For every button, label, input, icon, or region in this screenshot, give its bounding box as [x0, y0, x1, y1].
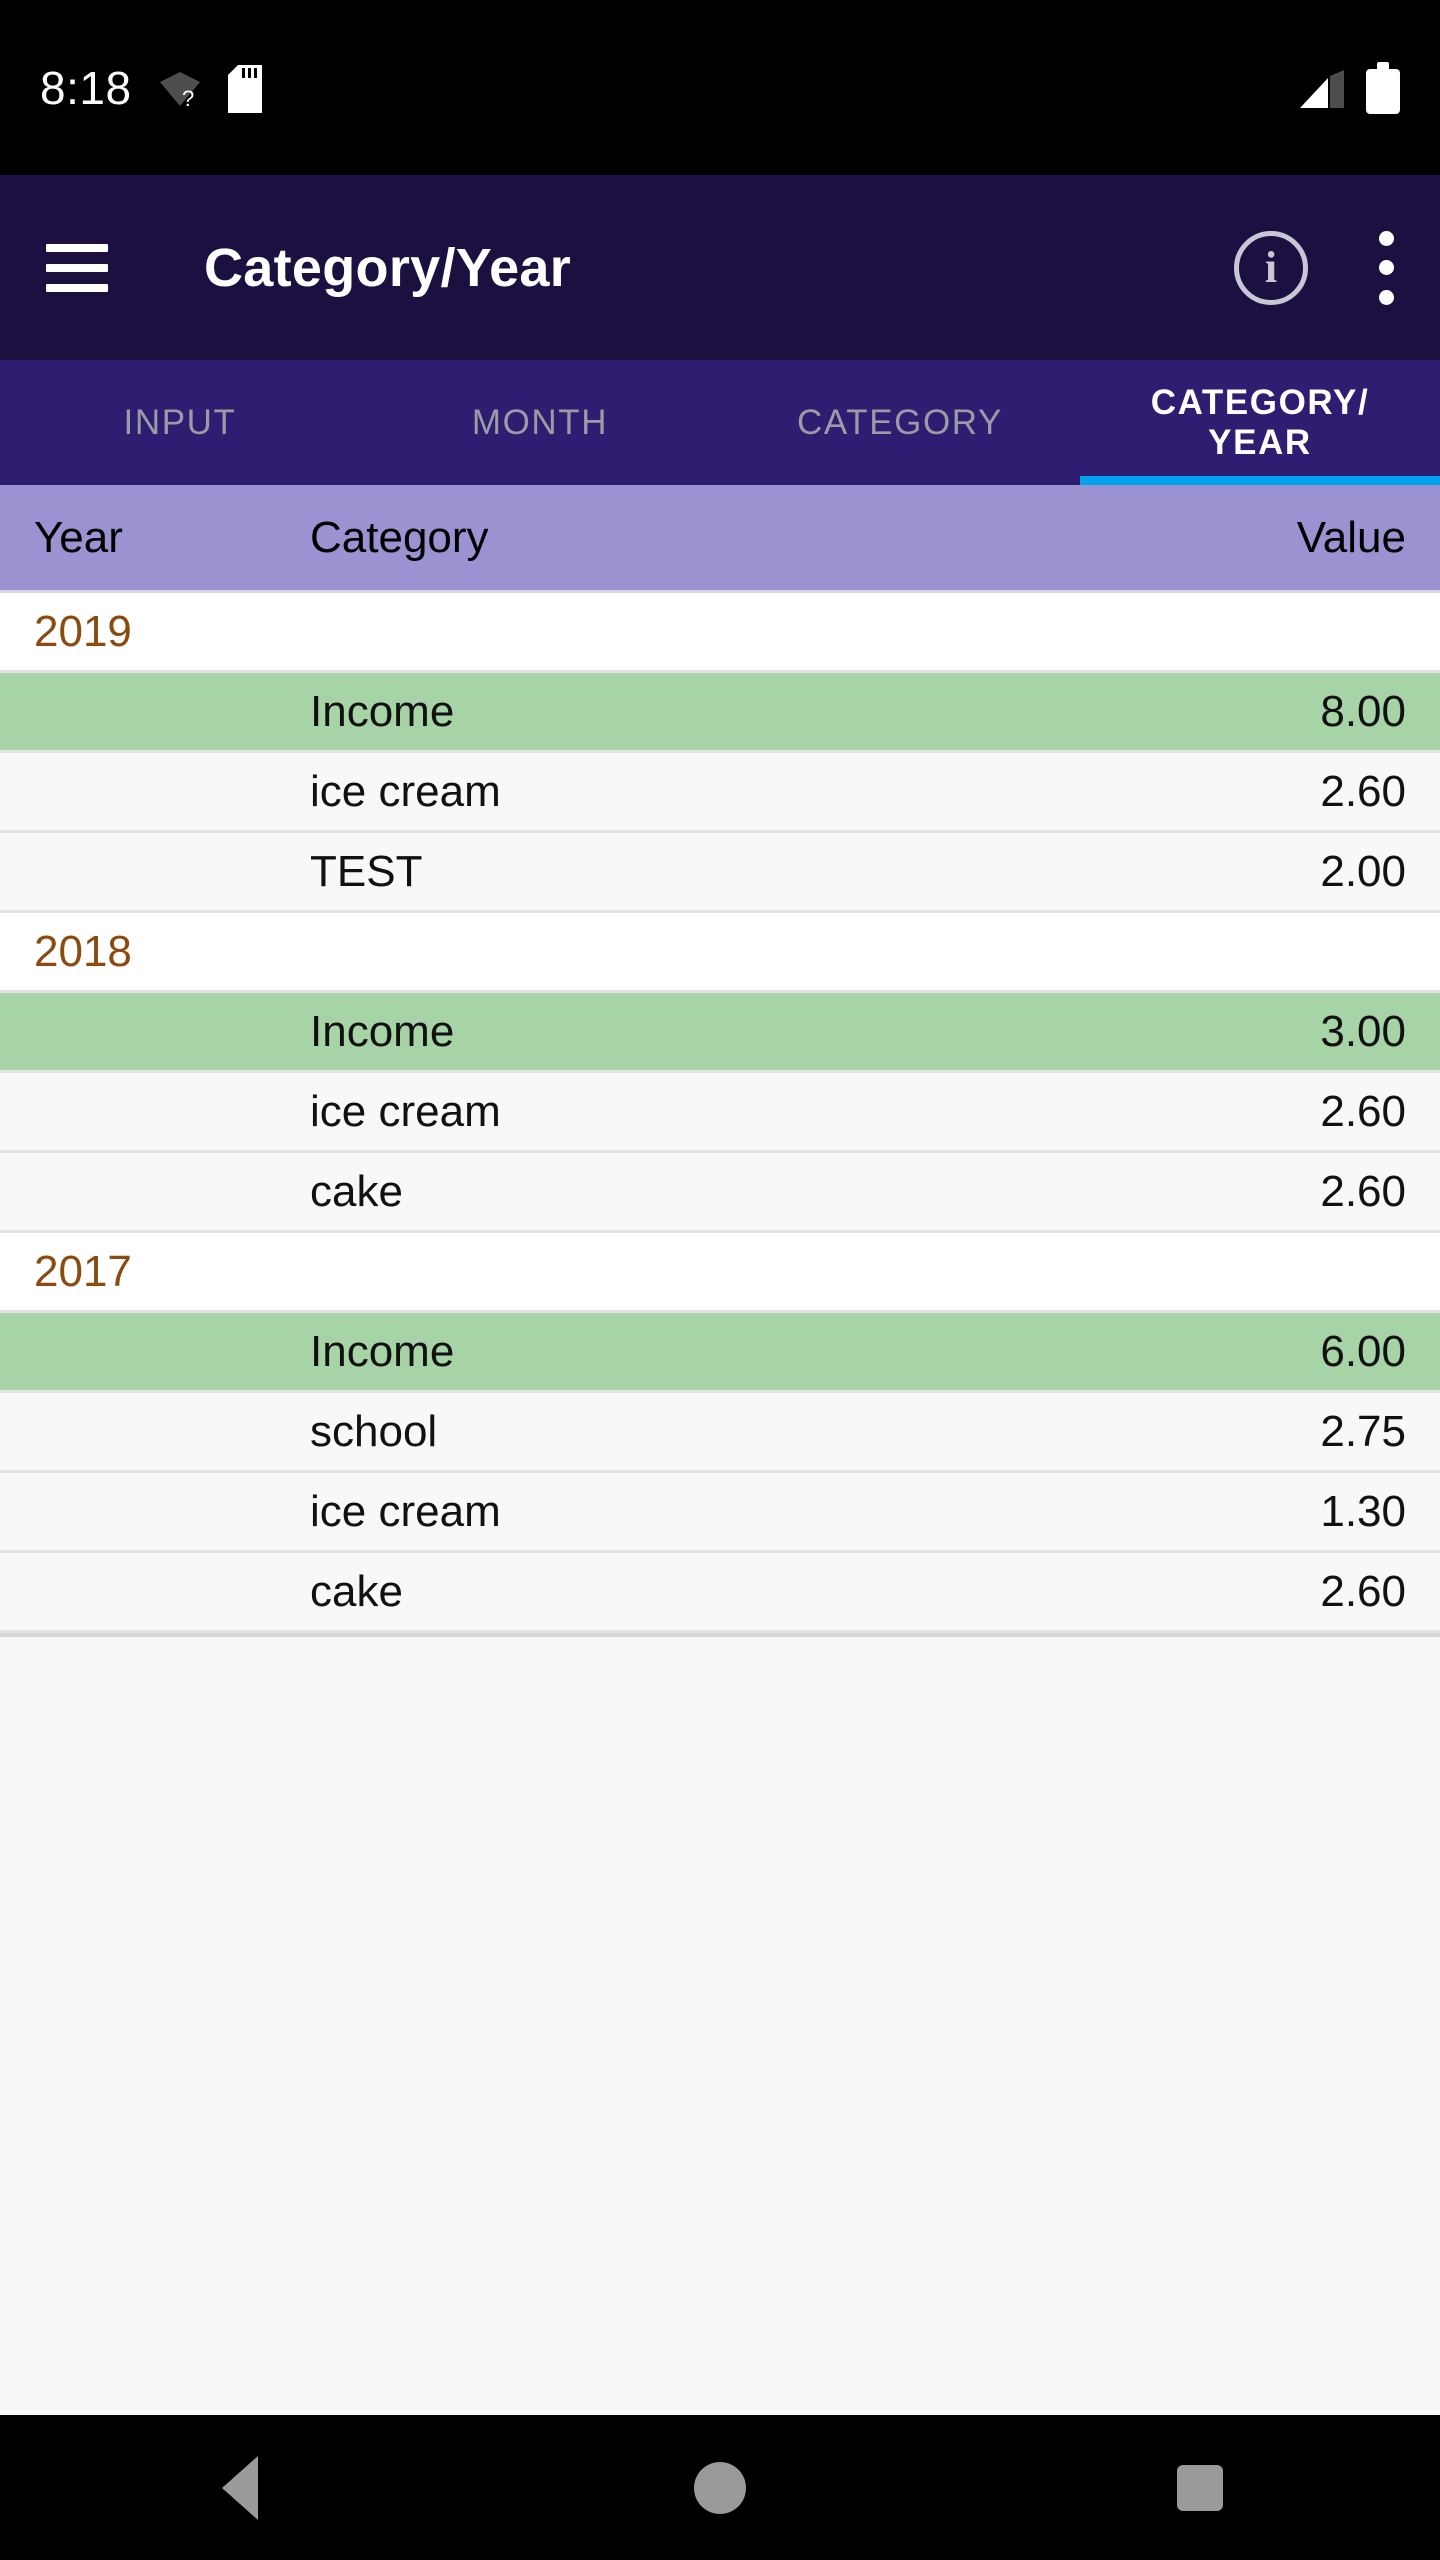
cell-category: TEST [310, 846, 423, 896]
app-bar-actions: i [1234, 230, 1394, 305]
cell-value: 8.00 [1320, 686, 1406, 736]
cell-category: Income [310, 1006, 455, 1056]
back-triangle-icon[interactable] [170, 2415, 310, 2560]
tab-month[interactable]: MONTH [360, 360, 720, 485]
column-header-value: Value [1296, 512, 1406, 562]
cell-value: 2.00 [1320, 846, 1406, 896]
cell-category: ice cream [310, 1086, 501, 1136]
status-clock: 8:18 [40, 61, 132, 114]
hamburger-menu-icon[interactable] [46, 243, 108, 292]
overflow-menu-icon[interactable] [1378, 230, 1394, 305]
table-row[interactable]: ice cream 2.60 [0, 1073, 1440, 1153]
table-row[interactable]: cake 2.60 [0, 1153, 1440, 1233]
group-year-label: 2017 [34, 1246, 132, 1296]
cell-category: cake [310, 1166, 403, 1216]
table-row[interactable]: ice cream 2.60 [0, 753, 1440, 833]
group-year-label: 2019 [34, 606, 132, 656]
sdcard-icon [227, 64, 262, 113]
tab-bar: INPUT MONTH CATEGORY CATEGORY/ YEAR [0, 360, 1440, 485]
status-bar: 8:18 ? [0, 0, 1440, 175]
tab-month-label: MONTH [471, 402, 609, 442]
status-bar-left: 8:18 ? [40, 61, 262, 115]
home-circle-icon[interactable] [650, 2415, 790, 2560]
cell-category: cake [310, 1566, 403, 1616]
recents-square-icon[interactable] [1130, 2415, 1270, 2560]
app-bar: Category/Year i [0, 175, 1440, 360]
table-row[interactable]: Income 6.00 [0, 1313, 1440, 1393]
list-end-divider [0, 1633, 1440, 1637]
status-bar-right [1298, 61, 1400, 114]
table-row[interactable]: TEST 2.00 [0, 833, 1440, 913]
cell-value: 6.00 [1320, 1326, 1406, 1376]
cell-value: 2.60 [1320, 1086, 1406, 1136]
phone-screen: 8:18 ? Category/Year i INPUT MONTH CATEG… [0, 0, 1440, 2560]
info-circle-icon[interactable]: i [1234, 230, 1308, 305]
tab-category-year[interactable]: CATEGORY/ YEAR [1080, 360, 1440, 485]
table-header-row: Year Category Value [0, 485, 1440, 593]
cell-value: 2.75 [1320, 1406, 1406, 1456]
table-row[interactable]: school 2.75 [0, 1393, 1440, 1473]
cell-value: 1.30 [1320, 1486, 1406, 1536]
cell-value: 3.00 [1320, 1006, 1406, 1056]
cell-category: ice cream [310, 766, 501, 816]
tab-input-label: INPUT [123, 402, 237, 442]
signal-icon [1298, 68, 1344, 108]
column-header-year: Year [34, 512, 123, 562]
cell-category: Income [310, 1326, 455, 1376]
group-header-row[interactable]: 2017 [0, 1233, 1440, 1313]
table-row[interactable]: ice cream 1.30 [0, 1473, 1440, 1553]
table-row[interactable]: Income 8.00 [0, 673, 1440, 753]
svg-text:?: ? [182, 86, 194, 110]
wifi-no-connection-icon: ? [158, 68, 202, 110]
battery-icon [1366, 61, 1400, 114]
cell-category: ice cream [310, 1486, 501, 1536]
column-header-category: Category [310, 512, 489, 562]
group-year-label: 2018 [34, 926, 132, 976]
system-navigation-bar [0, 2415, 1440, 2560]
tab-category-year-label: CATEGORY/ YEAR [1150, 383, 1370, 462]
info-icon-letter: i [1264, 242, 1278, 292]
table-row[interactable]: cake 2.60 [0, 1553, 1440, 1633]
category-year-list[interactable]: 2019 Income 8.00 ice cream 2.60 TEST 2.00 2018 I… [0, 593, 1440, 2415]
tab-input[interactable]: INPUT [0, 360, 360, 485]
tab-category[interactable]: CATEGORY [720, 360, 1080, 485]
page-title: Category/Year [204, 237, 572, 298]
group-header-row[interactable]: 2018 [0, 913, 1440, 993]
cell-value: 2.60 [1320, 1566, 1406, 1616]
cell-value: 2.60 [1320, 766, 1406, 816]
tab-category-label: CATEGORY [797, 402, 1003, 442]
cell-category: Income [310, 686, 455, 736]
cell-category: school [310, 1406, 438, 1456]
cell-value: 2.60 [1320, 1166, 1406, 1216]
group-header-row[interactable]: 2019 [0, 593, 1440, 673]
table-row[interactable]: Income 3.00 [0, 993, 1440, 1073]
